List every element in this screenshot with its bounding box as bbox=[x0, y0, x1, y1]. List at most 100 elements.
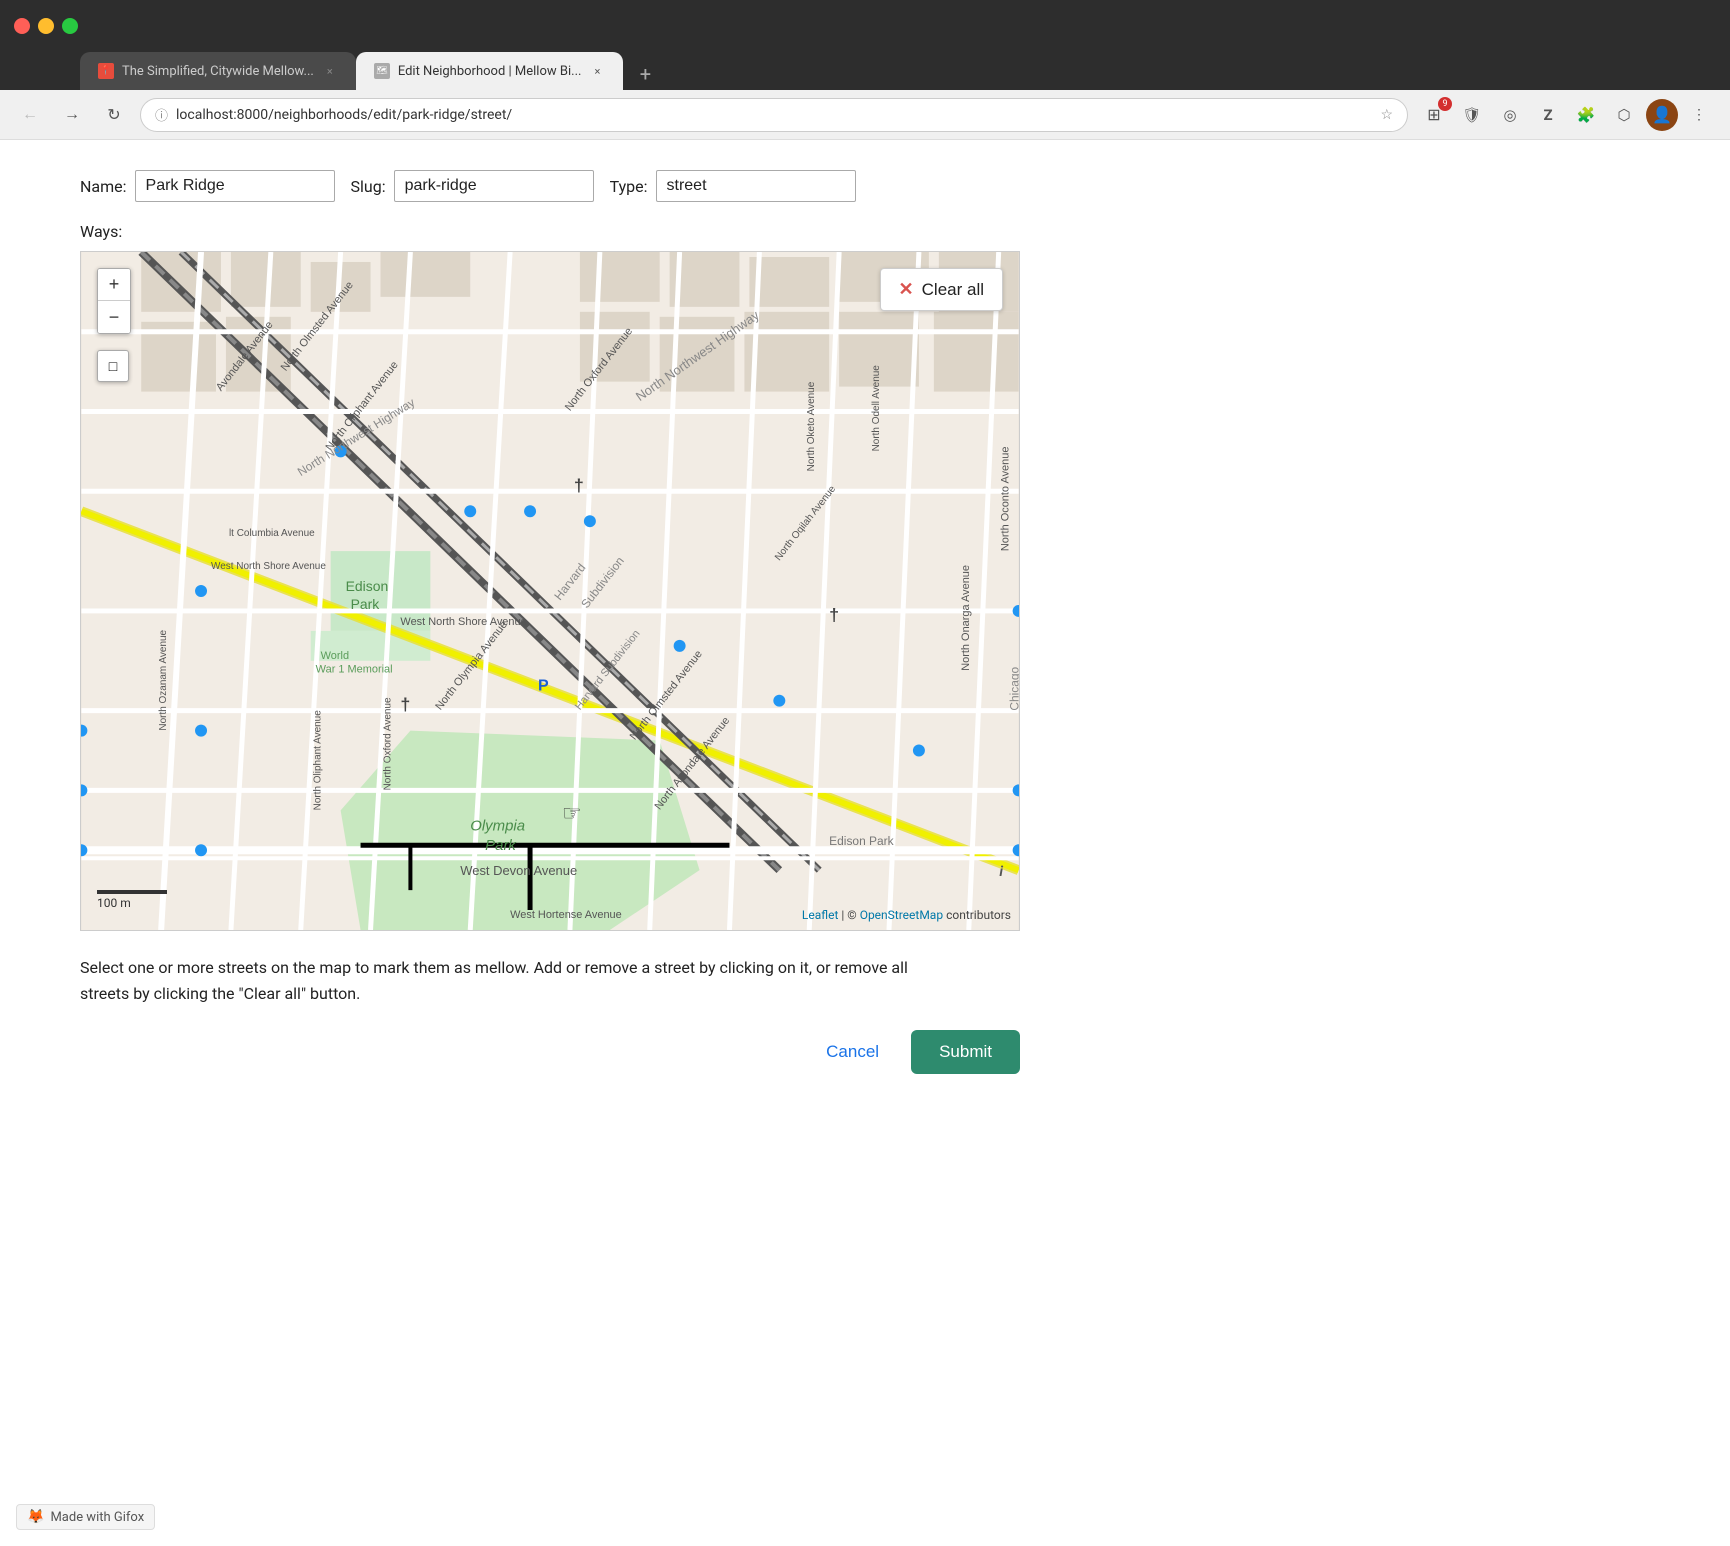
type-label: Type: bbox=[610, 177, 648, 196]
extensions-button[interactable]: 🧩 bbox=[1570, 99, 1602, 131]
attribution-suffix: contributors bbox=[946, 908, 1011, 922]
zoom-out-button[interactable]: − bbox=[98, 301, 130, 333]
minimize-button[interactable] bbox=[38, 18, 54, 34]
svg-text:North Oxford Avenue: North Oxford Avenue bbox=[382, 697, 393, 790]
browser-chrome: 📍 The Simplified, Citywide Mellow... × 🗺… bbox=[0, 0, 1730, 140]
tab-edit-neighborhood[interactable]: 🗺 Edit Neighborhood | Mellow Bi... × bbox=[356, 52, 624, 90]
type-input[interactable] bbox=[656, 170, 856, 202]
layers-button[interactable]: □ bbox=[97, 350, 129, 382]
svg-text:World: World bbox=[321, 650, 349, 662]
traffic-lights bbox=[14, 18, 78, 34]
tabs-bar: 📍 The Simplified, Citywide Mellow... × 🗺… bbox=[0, 52, 1730, 90]
slug-input[interactable] bbox=[394, 170, 594, 202]
svg-text:Edison Park: Edison Park bbox=[829, 834, 893, 848]
action-buttons: Cancel Submit bbox=[80, 1030, 1020, 1074]
svg-text:Edison: Edison bbox=[346, 578, 389, 594]
browser-toolbar: ← → ↻ ⓘ localhost:8000/neighborhoods/edi… bbox=[0, 90, 1730, 140]
clear-all-x-icon: ✕ bbox=[899, 279, 914, 300]
osm-link[interactable]: OpenStreetMap bbox=[860, 908, 943, 922]
map-scale: 100 m bbox=[97, 890, 167, 910]
leaflet-link[interactable]: Leaflet bbox=[802, 908, 838, 922]
form-row: Name: Slug: Type: bbox=[80, 170, 1650, 202]
svg-text:Olympia: Olympia bbox=[470, 817, 525, 834]
svg-text:Chicago: Chicago bbox=[1008, 666, 1019, 710]
tab-simplified[interactable]: 📍 The Simplified, Citywide Mellow... × bbox=[80, 52, 356, 90]
tab-label-1: The Simplified, Citywide Mellow... bbox=[122, 64, 314, 79]
svg-text:P: P bbox=[538, 678, 549, 695]
submit-button[interactable]: Submit bbox=[911, 1030, 1020, 1074]
scale-label: 100 m bbox=[97, 896, 131, 910]
svg-text:West North Shore Avenue: West North Shore Avenue bbox=[400, 616, 526, 628]
puzzle-icon: 🧩 bbox=[1577, 106, 1596, 124]
svg-text:†: † bbox=[829, 605, 839, 625]
profile-avatar[interactable]: 👤 bbox=[1646, 99, 1678, 131]
map-zoom-controls: + − bbox=[97, 268, 131, 334]
name-label: Name: bbox=[80, 177, 127, 196]
instructions-text: Select one or more streets on the map to… bbox=[80, 955, 960, 1006]
tab-close-1[interactable]: × bbox=[322, 63, 338, 79]
svg-text:Park: Park bbox=[485, 837, 517, 854]
shield-icon: 🛡 bbox=[1462, 106, 1481, 124]
extension-icon-3[interactable]: ◎ bbox=[1494, 99, 1526, 131]
tab-favicon-2: 🗺 bbox=[374, 63, 390, 79]
maximize-button[interactable] bbox=[62, 18, 78, 34]
tab-label-2: Edit Neighborhood | Mellow Bi... bbox=[398, 64, 582, 79]
name-input[interactable] bbox=[135, 170, 335, 202]
tab-favicon-1: 📍 bbox=[98, 63, 114, 79]
svg-text:West Hortense Avenue: West Hortense Avenue bbox=[510, 909, 622, 921]
browser-titlebar bbox=[0, 0, 1730, 52]
gifox-footer: 🦊 Made with Gifox bbox=[16, 1504, 155, 1530]
menu-button[interactable]: ⋮ bbox=[1684, 99, 1716, 131]
svg-text:West North Shore Avenue: West North Shore Avenue bbox=[211, 561, 326, 572]
clear-all-label: Clear all bbox=[922, 280, 984, 300]
svg-text:North Oliphant Avenue: North Oliphant Avenue bbox=[313, 710, 324, 811]
map-attribution: Leaflet | © OpenStreetMap contributors bbox=[802, 908, 1011, 922]
cancel-button[interactable]: Cancel bbox=[810, 1032, 895, 1072]
page-content: Name: Slug: Type: Ways: bbox=[0, 140, 1730, 1546]
reload-button[interactable]: ↻ bbox=[98, 99, 130, 131]
svg-text:lt Columbia Avenue: lt Columbia Avenue bbox=[229, 528, 315, 539]
url-text: localhost:8000/neighborhoods/edit/park-r… bbox=[176, 107, 1372, 123]
attribution-separator: | © bbox=[841, 908, 859, 922]
slug-label: Slug: bbox=[351, 177, 386, 196]
kebab-menu-icon: ⋮ bbox=[1692, 107, 1708, 123]
new-tab-button[interactable]: + bbox=[629, 58, 661, 90]
svg-text:†: † bbox=[400, 695, 410, 715]
secure-icon: ⓘ bbox=[155, 105, 168, 124]
svg-text:War 1 Memorial: War 1 Memorial bbox=[316, 664, 393, 676]
ways-label: Ways: bbox=[80, 222, 1650, 241]
puzzle2-icon: ⬡ bbox=[1617, 106, 1630, 124]
clear-all-button[interactable]: ✕ Clear all bbox=[880, 268, 1003, 311]
extensions-button2[interactable]: ⬡ bbox=[1608, 99, 1640, 131]
address-bar[interactable]: ⓘ localhost:8000/neighborhoods/edit/park… bbox=[140, 98, 1408, 132]
map-container[interactable]: North Oxford Avenue North Oliphant Avenu… bbox=[80, 251, 1020, 931]
bookmark-icon[interactable]: ☆ bbox=[1380, 107, 1393, 123]
gifox-label: Made with Gifox bbox=[50, 1510, 144, 1525]
type-field-group: Type: bbox=[610, 170, 856, 202]
circle-icon: ◎ bbox=[1503, 106, 1516, 124]
scale-bar bbox=[97, 890, 167, 894]
toolbar-icons: ⊞ 9 🛡 ◎ Z 🧩 ⬡ 👤 ⋮ bbox=[1418, 99, 1716, 131]
layers-icon: □ bbox=[109, 358, 117, 375]
svg-text:North Oketo Avenue: North Oketo Avenue bbox=[806, 381, 817, 471]
map-svg: North Oxford Avenue North Oliphant Avenu… bbox=[81, 252, 1019, 930]
map-info-icon[interactable]: i bbox=[999, 864, 1003, 880]
svg-text:North Onarga Avenue: North Onarga Avenue bbox=[960, 565, 972, 671]
close-button[interactable] bbox=[14, 18, 30, 34]
extension-icon-2[interactable]: 🛡 bbox=[1456, 99, 1488, 131]
z-icon: Z bbox=[1543, 106, 1552, 124]
extension-icon-z[interactable]: Z bbox=[1532, 99, 1564, 131]
extension-icon-1[interactable]: ⊞ 9 bbox=[1418, 99, 1450, 131]
tab-close-2[interactable]: × bbox=[589, 63, 605, 79]
svg-text:North Ozanam Avenue: North Ozanam Avenue bbox=[158, 629, 169, 730]
zoom-in-button[interactable]: + bbox=[98, 269, 130, 301]
name-field-group: Name: bbox=[80, 170, 335, 202]
svg-text:North Odell Avenue: North Odell Avenue bbox=[871, 365, 882, 452]
slug-field-group: Slug: bbox=[351, 170, 594, 202]
svg-text:☞: ☞ bbox=[562, 800, 582, 825]
svg-text:West Devon Avenue: West Devon Avenue bbox=[460, 863, 577, 878]
gifox-icon: 🦊 bbox=[27, 1509, 44, 1525]
forward-button[interactable]: → bbox=[56, 99, 88, 131]
svg-text:Park: Park bbox=[351, 596, 380, 612]
back-button[interactable]: ← bbox=[14, 99, 46, 131]
